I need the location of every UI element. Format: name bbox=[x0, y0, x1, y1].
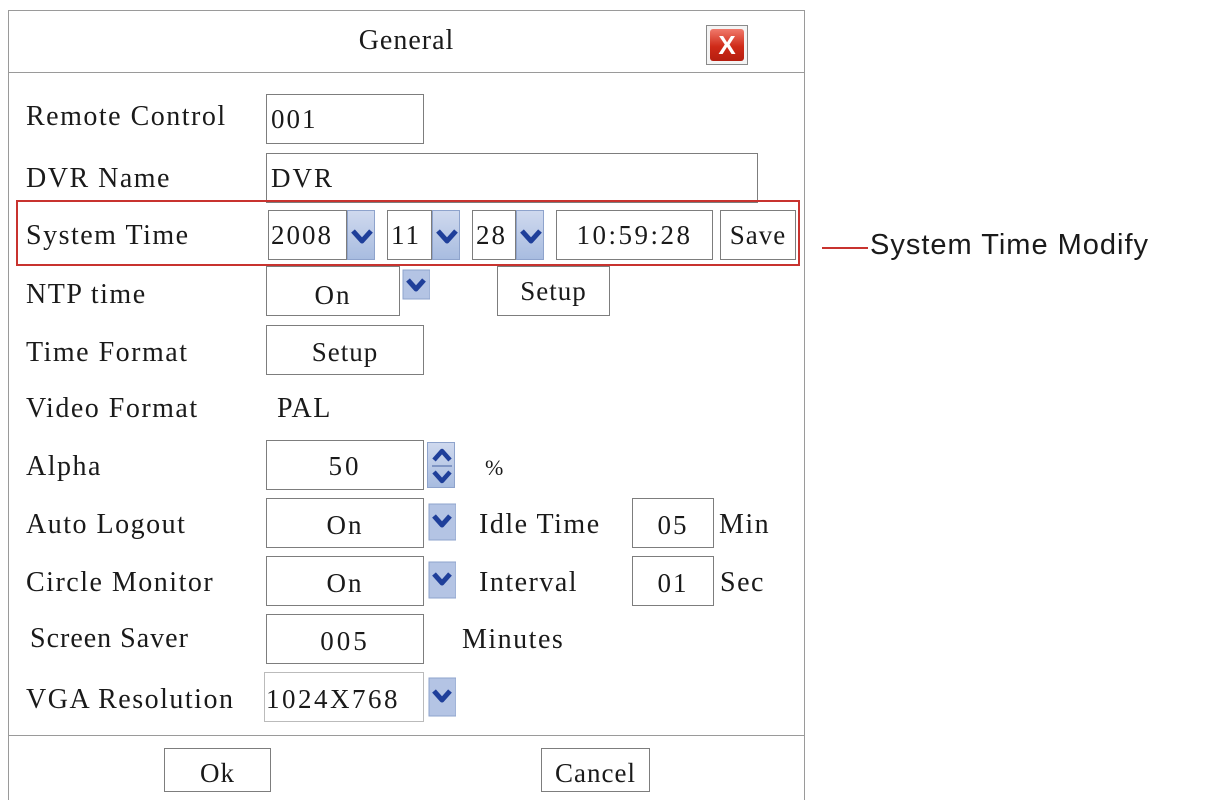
idle-time-input[interactable]: 05 bbox=[632, 498, 714, 548]
interval-unit: Sec bbox=[720, 567, 765, 598]
idle-time-label: Idle Time bbox=[479, 509, 601, 540]
dvr-name-input[interactable]: DVR bbox=[266, 153, 758, 203]
day-dropdown-button[interactable] bbox=[516, 210, 544, 260]
annotation-line bbox=[822, 247, 868, 249]
dialog-title: General bbox=[358, 25, 455, 56]
dialog-titlebar: General X bbox=[9, 11, 804, 73]
interval-input[interactable]: 01 bbox=[632, 556, 714, 606]
vga-resolution-label: VGA Resolution bbox=[26, 684, 235, 715]
annotation-text: System Time Modify bbox=[870, 229, 1150, 261]
system-time-month-select[interactable]: 11 bbox=[387, 210, 432, 260]
chevron-down-icon bbox=[402, 269, 430, 300]
circle-monitor-dropdown-button[interactable] bbox=[428, 556, 456, 606]
system-time-clock-input[interactable]: 10:59:28 bbox=[556, 210, 713, 260]
cancel-button[interactable]: Cancel bbox=[541, 748, 650, 792]
chevron-down-icon bbox=[436, 229, 458, 244]
close-button[interactable]: X bbox=[706, 25, 748, 65]
screen-saver-label: Screen Saver bbox=[30, 623, 189, 654]
chevron-down-icon bbox=[428, 561, 456, 599]
year-dropdown-button[interactable] bbox=[347, 210, 375, 260]
system-time-day-select[interactable]: 28 bbox=[472, 210, 516, 260]
interval-label: Interval bbox=[479, 567, 579, 598]
auto-logout-select[interactable]: On bbox=[266, 498, 424, 548]
close-icon: X bbox=[710, 29, 744, 61]
ntp-time-label: NTP time bbox=[26, 279, 147, 310]
screen-saver-input[interactable]: 005 bbox=[266, 614, 424, 664]
chevron-down-icon bbox=[351, 229, 373, 244]
system-time-label: System Time bbox=[26, 220, 190, 251]
chevron-down-icon bbox=[428, 677, 456, 717]
system-time-save-button[interactable]: Save bbox=[720, 210, 796, 260]
circle-monitor-label: Circle Monitor bbox=[26, 567, 215, 598]
remote-control-label: Remote Control bbox=[26, 101, 227, 132]
up-down-arrows-icon bbox=[432, 448, 452, 484]
month-dropdown-button[interactable] bbox=[432, 210, 460, 260]
chevron-down-icon bbox=[428, 503, 456, 541]
time-format-setup-button[interactable]: Setup bbox=[266, 325, 424, 375]
vga-resolution-dropdown-button[interactable] bbox=[428, 672, 456, 722]
circle-monitor-select[interactable]: On bbox=[266, 556, 424, 606]
video-format-value: PAL bbox=[277, 393, 332, 424]
ok-button[interactable]: Ok bbox=[164, 748, 271, 792]
idle-time-unit: Min bbox=[719, 509, 771, 540]
alpha-input[interactable]: 50 bbox=[266, 440, 424, 490]
video-format-label: Video Format bbox=[26, 393, 199, 424]
system-time-year-select[interactable]: 2008 bbox=[268, 210, 347, 260]
alpha-spinner[interactable] bbox=[427, 442, 455, 488]
chevron-down-icon bbox=[520, 229, 542, 244]
vga-resolution-select[interactable]: 1024X768 bbox=[264, 672, 424, 722]
footer-divider bbox=[9, 735, 804, 736]
auto-logout-dropdown-button[interactable] bbox=[428, 498, 456, 548]
dvr-name-label: DVR Name bbox=[26, 163, 171, 194]
ntp-time-select[interactable]: On bbox=[266, 266, 400, 316]
ntp-dropdown-button[interactable] bbox=[402, 266, 430, 316]
ntp-setup-button[interactable]: Setup bbox=[497, 266, 610, 316]
remote-control-input[interactable]: 001 bbox=[266, 94, 424, 144]
auto-logout-label: Auto Logout bbox=[26, 509, 187, 540]
screen-saver-unit: Minutes bbox=[462, 624, 565, 655]
alpha-unit: % bbox=[485, 455, 505, 480]
time-format-label: Time Format bbox=[26, 337, 189, 368]
alpha-label: Alpha bbox=[26, 451, 102, 482]
